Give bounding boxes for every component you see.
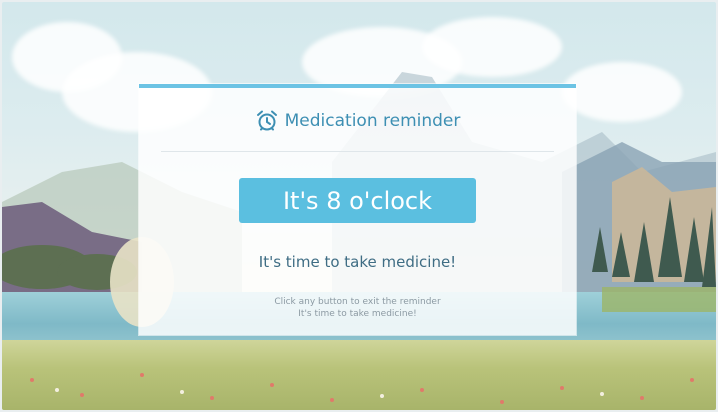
- exit-hint: Click any button to exit the reminder It…: [139, 296, 576, 320]
- time-button[interactable]: It's 8 o'clock: [239, 178, 476, 223]
- reminder-dialog: Medication reminder It's 8 o'clock It's …: [139, 84, 576, 335]
- divider: [161, 151, 554, 152]
- dialog-header: Medication reminder: [139, 106, 576, 136]
- dialog-title: Medication reminder: [284, 111, 461, 131]
- exit-hint-line: Click any button to exit the reminder: [274, 297, 441, 307]
- exit-hint-line: It's time to take medicine!: [298, 309, 417, 319]
- reminder-message: It's time to take medicine!: [258, 253, 457, 271]
- alarm-clock-icon: [256, 110, 277, 131]
- flowers: [30, 373, 694, 404]
